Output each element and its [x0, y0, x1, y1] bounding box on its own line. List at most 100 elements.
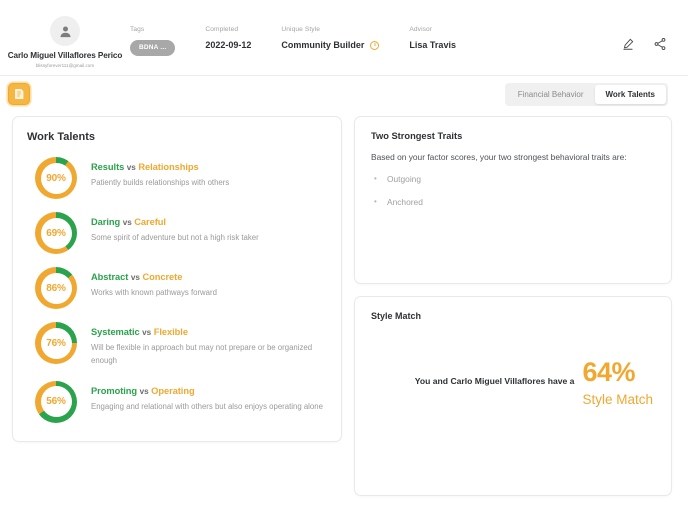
work-talents-card: Work Talents 90% Results vs Relationships… — [12, 116, 342, 442]
talent-percent: 56 — [46, 396, 58, 408]
talent-donut: 76% — [35, 322, 77, 364]
talent-percent: 69 — [46, 227, 58, 239]
work-talents-title: Work Talents — [27, 131, 96, 143]
meta-value-unique-style: Community Builder i — [281, 40, 380, 50]
profile-email: blissyforever111@gmail.com — [35, 62, 95, 68]
talent-left-label: Results — [91, 162, 125, 172]
talent-description: Patiently builds relationships with othe… — [91, 178, 230, 187]
tab-financial-behavior[interactable]: Financial Behavior — [507, 85, 595, 104]
meta-value-tags: BDNA ... — [130, 40, 176, 56]
strongest-traits-title: Two Strongest Traits — [371, 131, 463, 141]
talent-donut: 90% — [35, 157, 77, 199]
talent-right-label: Relationships — [138, 162, 199, 172]
talent-percent-symbol: % — [57, 227, 66, 239]
talent-title: Results vs Relationships — [91, 162, 327, 172]
talent-row: 56% Promoting vs Operating Engaging and re… — [27, 380, 327, 423]
meta-field-unique-style: Unique Style Community Builder i — [281, 26, 380, 50]
talent-vs: vs — [126, 163, 136, 172]
meta-field-advisor: Advisor Lisa Travis — [409, 26, 456, 50]
talent-percent-symbol: % — [57, 337, 66, 349]
talent-description: Engaging and relational with others but … — [91, 401, 323, 411]
talent-donut: 56% — [35, 380, 77, 423]
unique-style-text: Community Builder — [281, 40, 365, 50]
style-match-label: Style Match — [582, 392, 653, 407]
talent-percent: 76 — [46, 337, 58, 349]
work-talents-list: 90% Results vs Relationships Patiently bui… — [27, 157, 327, 423]
report-badge-button[interactable] — [8, 83, 30, 105]
talent-title: Abstract vs Concrete — [91, 272, 327, 282]
meta-label-unique-style: Unique Style — [281, 26, 320, 33]
tab-work-talents[interactable]: Work Talents — [594, 84, 666, 104]
talent-right-label: Operating — [151, 385, 195, 396]
meta-value-advisor: Lisa Travis — [409, 40, 456, 50]
talent-description: Works with known pathways forward — [91, 288, 217, 297]
talent-left-label: Daring — [91, 217, 121, 227]
page-header: Carlo Miguel Villaflores Perico blissyfo… — [0, 0, 688, 76]
tab-group: Financial Behavior Work Talents — [504, 82, 668, 106]
talent-right-label: Flexible — [153, 327, 188, 337]
donut-hole: 90% — [40, 162, 72, 194]
talent-vs: vs — [139, 386, 149, 396]
info-icon[interactable]: i — [370, 40, 380, 50]
talent-left-label: Systematic — [91, 327, 140, 337]
profile-name: Carlo Miguel Villaflores Perico — [7, 51, 123, 60]
report-badge-icon — [15, 89, 24, 99]
meta-field-tags: Tags BDNA ... — [130, 26, 176, 56]
style-match-title: Style Match — [371, 311, 422, 321]
meta-field-completed: Completed 2022-09-12 — [205, 26, 251, 50]
talent-donut: 69% — [35, 212, 77, 254]
talent-vs: vs — [130, 273, 140, 282]
style-match-figure: 64% Style Match — [582, 357, 653, 408]
talent-vs: vs — [142, 328, 152, 337]
header-actions — [620, 14, 688, 52]
avatar — [50, 16, 80, 46]
talent-row: 86% Abstract vs Concrete Works with known … — [27, 267, 327, 309]
talent-text: Results vs Relationships Patiently builds… — [91, 157, 327, 190]
talent-left-label: Abstract — [91, 272, 129, 282]
talent-title: Systematic vs Flexible — [91, 327, 327, 337]
talent-title: Daring vs Careful — [91, 217, 327, 227]
tag-badge[interactable]: BDNA ... — [130, 40, 176, 56]
profile-block: Carlo Miguel Villaflores Perico blissyfo… — [0, 14, 130, 68]
user-icon — [60, 26, 70, 37]
talent-text: Promoting vs Operating Engaging and relat… — [91, 381, 327, 414]
style-match-sentence: You and Carlo Miguel Villaflores have a — [414, 376, 575, 386]
meta-fields: Tags BDNA ... Completed 2022-09-12 Uniqu… — [130, 14, 620, 56]
talent-description: Will be flexible in approach but may not… — [91, 343, 313, 365]
meta-value-completed: 2022-09-12 — [205, 40, 252, 50]
page-body: Work Talents 90% Results vs Relationships… — [0, 112, 688, 496]
meta-label-tags: Tags — [130, 26, 145, 33]
talent-title: Promoting vs Operating — [91, 386, 327, 396]
share-icon[interactable] — [652, 36, 668, 52]
talent-donut: 86% — [35, 267, 77, 309]
donut-hole: 69% — [40, 217, 72, 249]
trait-item: Outgoing — [371, 174, 655, 185]
talent-percent-symbol: % — [57, 172, 66, 184]
talent-text: Daring vs Careful Some spirit of adventur… — [91, 212, 327, 245]
talent-percent: 86 — [46, 282, 58, 294]
talent-text: Systematic vs Flexible Will be flexible i… — [91, 322, 327, 368]
style-match-card: Style Match You and Carlo Miguel Villafl… — [354, 296, 672, 496]
style-match-percent: 64% — [582, 357, 636, 387]
talent-percent-symbol: % — [57, 282, 66, 294]
talent-percent-symbol: % — [57, 396, 66, 408]
talent-right-label: Careful — [134, 217, 166, 227]
talent-row: 90% Results vs Relationships Patiently bui… — [27, 157, 327, 199]
talent-right-label: Concrete — [142, 272, 183, 282]
strongest-traits-lead: Based on your factor scores, your two st… — [371, 152, 627, 162]
donut-hole: 56% — [40, 386, 72, 418]
talent-row: 76% Systematic vs Flexible Will be flexibl… — [27, 322, 327, 368]
talent-text: Abstract vs Concrete Works with known pat… — [91, 267, 327, 300]
app-window: Carlo Miguel Villaflores Perico blissyfo… — [0, 0, 688, 525]
trait-item: Anchored — [371, 197, 655, 208]
talent-row: 69% Daring vs Careful Some spirit of adven… — [27, 212, 327, 254]
meta-label-advisor: Advisor — [409, 26, 433, 33]
style-match-body: You and Carlo Miguel Villaflores have a … — [355, 357, 653, 408]
strongest-traits-card: Two Strongest Traits Based on your facto… — [354, 116, 672, 284]
talent-percent: 90 — [46, 172, 58, 184]
tab-bar: Financial Behavior Work Talents — [0, 76, 688, 112]
talent-description: Some spirit of adventure but not a high … — [91, 233, 259, 242]
talent-vs: vs — [122, 218, 132, 227]
talent-left-label: Promoting — [91, 385, 138, 396]
edit-icon[interactable] — [620, 36, 636, 52]
